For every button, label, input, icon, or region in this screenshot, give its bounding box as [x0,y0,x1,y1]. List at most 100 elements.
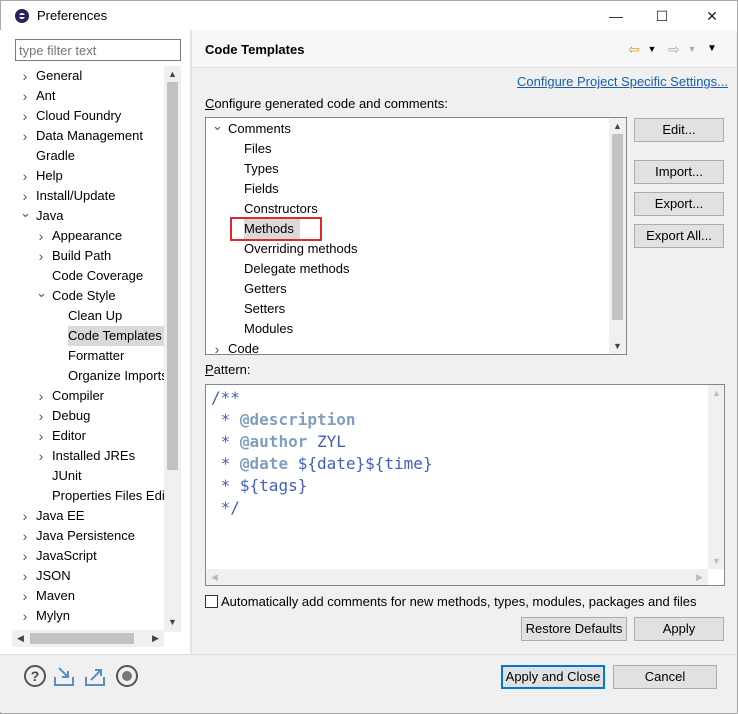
tree-item[interactable]: Code Coverage [52,266,143,286]
back-arrow-icon[interactable]: ⇦ [625,40,643,58]
tree-item[interactable]: › JavaScript [23,546,97,566]
chevron-right-icon[interactable]: › [36,246,46,266]
tree-item[interactable]: › Maven [23,586,75,606]
auto-comments-checkbox[interactable] [205,595,218,608]
chevron-down-icon[interactable]: ⌄ [36,283,47,303]
tree-item[interactable]: › Install/Update [23,186,116,206]
tree-item[interactable]: › Compiler [39,386,104,406]
maximize-button[interactable]: ☐ [639,1,685,31]
forward-arrow-icon[interactable]: ⇨ [665,40,683,58]
auto-comments-label[interactable]: Automatically add comments for new metho… [221,594,696,609]
chevron-right-icon[interactable]: › [20,106,30,126]
template-item[interactable]: ⌄ Comments [212,118,291,139]
tree-item[interactable]: Properties Files Editor [52,486,164,506]
tree-item[interactable]: › Build Path [39,246,112,266]
apply-and-close-button[interactable]: Apply and Close [501,665,605,689]
chevron-right-icon[interactable]: › [36,446,46,466]
template-item[interactable]: › Code [215,339,259,354]
template-item[interactable]: Types [244,159,279,179]
tree-horizontal-scrollbar[interactable]: ◀ ▶ [12,630,164,647]
template-scroll-up-icon[interactable]: ▲ [609,118,626,134]
close-button[interactable]: ✕ [689,1,735,31]
chevron-down-icon[interactable]: ⌄ [20,203,31,223]
tree-item[interactable]: ⌄ Java [20,205,63,226]
filter-input[interactable] [15,39,181,61]
export-button[interactable]: Export... [634,192,724,216]
template-scroll-down-icon[interactable]: ▼ [609,338,626,354]
chevron-right-icon[interactable]: › [36,406,46,426]
tree-item[interactable]: › Help [23,166,63,186]
export-all-button[interactable]: Export All... [634,224,724,248]
pattern-scroll-right-icon[interactable]: ▶ [691,569,708,585]
chevron-right-icon[interactable]: › [36,426,46,446]
chevron-right-icon[interactable]: › [20,166,30,186]
tree-item[interactable]: › Cloud Foundry [23,106,122,126]
cancel-button[interactable]: Cancel [613,665,717,689]
scroll-up-arrow-icon[interactable]: ▲ [164,66,181,82]
chevron-right-icon[interactable]: › [20,66,30,86]
pattern-horizontal-scrollbar[interactable]: ◀ ▶ [206,569,708,585]
tree-item[interactable]: Organize Imports [68,366,164,386]
template-item[interactable]: Files [244,139,271,159]
back-dropdown-icon[interactable]: ▼ [646,40,658,58]
template-item[interactable]: Setters [244,299,285,319]
view-menu-icon[interactable]: ▼ [705,40,719,58]
chevron-right-icon[interactable]: › [36,226,46,246]
chevron-right-icon[interactable]: › [20,566,30,586]
chevron-down-icon[interactable]: ⌄ [212,118,223,136]
pattern-code[interactable]: /** * @description * @author ZYL * @date… [211,387,433,519]
template-scroll-thumb[interactable] [612,134,623,320]
scroll-right-arrow-icon[interactable]: ▶ [147,630,164,646]
forward-dropdown-icon[interactable]: ▼ [686,40,698,58]
tree-item[interactable]: › JSON [23,566,71,586]
edit-button[interactable]: Edit... [634,118,724,142]
tree-item[interactable]: › Mylyn [23,606,70,626]
chevron-right-icon[interactable]: › [20,86,30,106]
tree-item[interactable]: › Installed JREs [39,446,135,466]
template-item[interactable]: Overriding methods [244,239,357,259]
restore-defaults-button[interactable]: Restore Defaults [521,617,627,641]
tree-item[interactable]: Code Templates [68,326,164,346]
chevron-right-icon[interactable]: › [20,586,30,606]
pattern-vertical-scrollbar[interactable]: ▲ ▼ [708,385,724,569]
tree-item[interactable]: › Editor [39,426,86,446]
tree-item[interactable]: › Java EE [23,506,85,526]
tree-item[interactable]: JUnit [52,466,82,486]
template-item[interactable]: Getters [244,279,287,299]
template-item[interactable]: Delegate methods [244,259,350,279]
tree-item[interactable]: › Appearance [39,226,122,246]
tree-item[interactable]: › Data Management [23,126,143,146]
tree-item[interactable]: Gradle [36,146,75,166]
template-item[interactable]: Modules [244,319,293,339]
template-tree-scrollbar[interactable]: ▲ ▼ [609,118,626,354]
record-icon[interactable] [116,665,138,687]
chevron-right-icon[interactable]: › [212,339,222,354]
template-item[interactable]: Constructors [244,199,318,219]
scroll-left-arrow-icon[interactable]: ◀ [12,630,29,646]
question-mark-icon[interactable]: ? [24,665,46,687]
export-prefs-icon[interactable] [84,665,106,687]
tree-vertical-scrollbar[interactable]: ▲ ▼ [164,66,181,632]
chevron-right-icon[interactable]: › [20,546,30,566]
tree-item[interactable]: › Ant [23,86,56,106]
apply-button[interactable]: Apply [634,617,724,641]
tree-item[interactable]: › Debug [39,406,91,426]
chevron-right-icon[interactable]: › [36,386,46,406]
tree-item[interactable]: › General [23,66,83,86]
tree-item[interactable]: Formatter [68,346,124,366]
template-item[interactable]: Fields [244,179,279,199]
chevron-right-icon[interactable]: › [20,126,30,146]
pattern-scroll-left-icon[interactable]: ◀ [206,569,223,585]
pattern-editor[interactable]: /** * @description * @author ZYL * @date… [205,384,725,586]
chevron-right-icon[interactable]: › [20,526,30,546]
tree-item[interactable]: Clean Up [68,306,122,326]
tree-scroll-thumb[interactable] [167,82,178,470]
tree-item[interactable]: ⌄ Code Style [36,285,116,306]
chevron-right-icon[interactable]: › [20,506,30,526]
import-button[interactable]: Import... [634,160,724,184]
tree-hscroll-thumb[interactable] [30,633,134,644]
configure-project-settings-link[interactable]: Configure Project Specific Settings... [517,74,728,89]
tree-item[interactable]: › Java Persistence [23,526,135,546]
chevron-right-icon[interactable]: › [20,606,30,626]
scroll-down-arrow-icon[interactable]: ▼ [164,614,181,630]
